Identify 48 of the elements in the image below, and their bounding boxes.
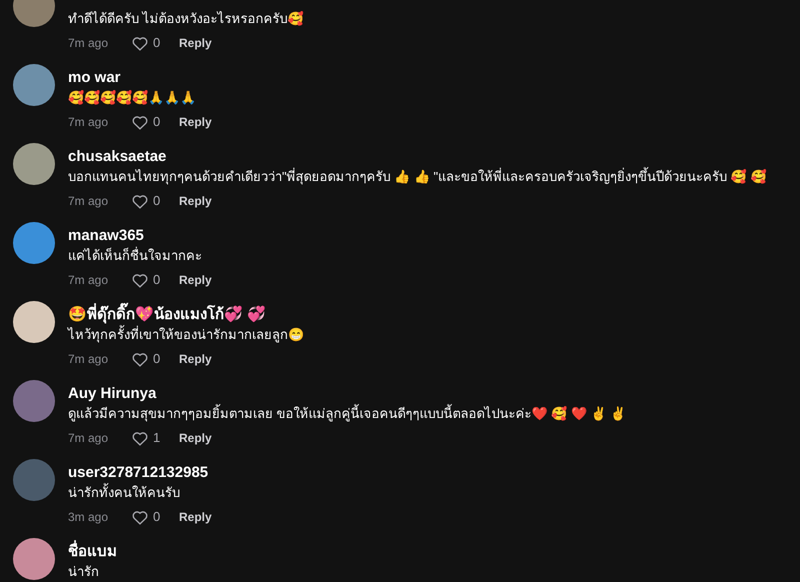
comment-text: ทำดีได้ดีครับ ไม่ต้องหวังอะไรหรอกครับ🥰 — [68, 10, 304, 28]
heart-icon[interactable] — [132, 430, 148, 446]
reply-link[interactable]: Reply — [179, 429, 212, 447]
like-count: 0 — [153, 34, 160, 52]
reply-link[interactable]: Reply — [179, 508, 212, 526]
heart-icon[interactable] — [132, 114, 148, 130]
comment-text: แค่ได้เห็นก็ชื่นใจมากคะ — [68, 246, 202, 266]
username[interactable]: mo war — [68, 66, 121, 90]
heart-icon[interactable] — [132, 36, 148, 50]
comment-text: น่ารักทั้งคนให้คนรับ — [68, 483, 180, 502]
timestamp: 7m ago — [68, 272, 110, 289]
comment-text: น่ารัก — [68, 563, 99, 582]
like-count: 0 — [153, 271, 160, 290]
heart-icon[interactable] — [132, 194, 148, 208]
username[interactable]: ชื่อแบม — [68, 540, 117, 564]
comment-text: 🥰🥰🥰🥰🥰🙏🙏🙏 — [68, 89, 196, 108]
reply-link[interactable]: Reply — [179, 113, 212, 131]
username[interactable]: manaw365 — [68, 224, 144, 248]
like-count: 0 — [153, 192, 160, 210]
username[interactable]: 🤩พี่ดุ๊กดิ๊ก💖น้องแมงโก้💞 💞 — [68, 304, 266, 326]
comment-text: ดูแล้วมีความสุขมากๆๆอมยิ้มตามเลย ขอให้แม่ลูกคู่นี้เจอคนดีๆๆแบบนี้ตลอดไปนะค่ะ❤ 🥰 ❤ ✌ ✌ — [68, 404, 626, 424]
avatar[interactable] — [13, 301, 55, 343]
timestamp: 7m ago — [68, 193, 110, 210]
reply-link[interactable]: Reply — [179, 34, 212, 52]
avatar[interactable] — [13, 143, 55, 185]
heart-icon[interactable] — [132, 510, 148, 524]
timestamp: 7m ago — [68, 430, 110, 447]
heart-icon[interactable] — [132, 352, 148, 366]
timestamp: 3m ago — [68, 509, 110, 526]
heart-icon[interactable] — [132, 272, 148, 288]
like-count: 0 — [153, 508, 160, 526]
avatar[interactable] — [13, 64, 55, 106]
comment-text: ไหว้ทุกครั้งที่เขาให้ของน่ารักมากเลยลูก😁 — [68, 325, 304, 344]
timestamp: 7m ago — [68, 114, 110, 131]
comment-text: บอกแทนคนไทยทุกๆคนด้วยคำเดียวว่า"พี่สุดยอดมากๆครับ 👍 👍 "และขอให้พี่และครอบครัวเจริญๆยิ่งๆขึ้นปีด้วยนะครับ 🥰 🥰 — [68, 167, 766, 186]
like-count: 1 — [153, 429, 160, 448]
like-count: 0 — [153, 350, 160, 368]
like-count: 0 — [153, 113, 160, 132]
reply-link[interactable]: Reply — [179, 271, 212, 289]
username[interactable]: Auy Hirunya — [68, 382, 156, 406]
avatar[interactable] — [13, 222, 55, 264]
timestamp: 7m ago — [68, 351, 110, 368]
reply-link[interactable]: Reply — [179, 192, 212, 210]
username[interactable]: chusaksaetae — [68, 146, 166, 168]
reply-link[interactable]: Reply — [179, 350, 212, 368]
timestamp: 7m ago — [68, 35, 110, 52]
avatar[interactable] — [13, 538, 55, 580]
username[interactable]: user3278712132985 — [68, 462, 208, 484]
